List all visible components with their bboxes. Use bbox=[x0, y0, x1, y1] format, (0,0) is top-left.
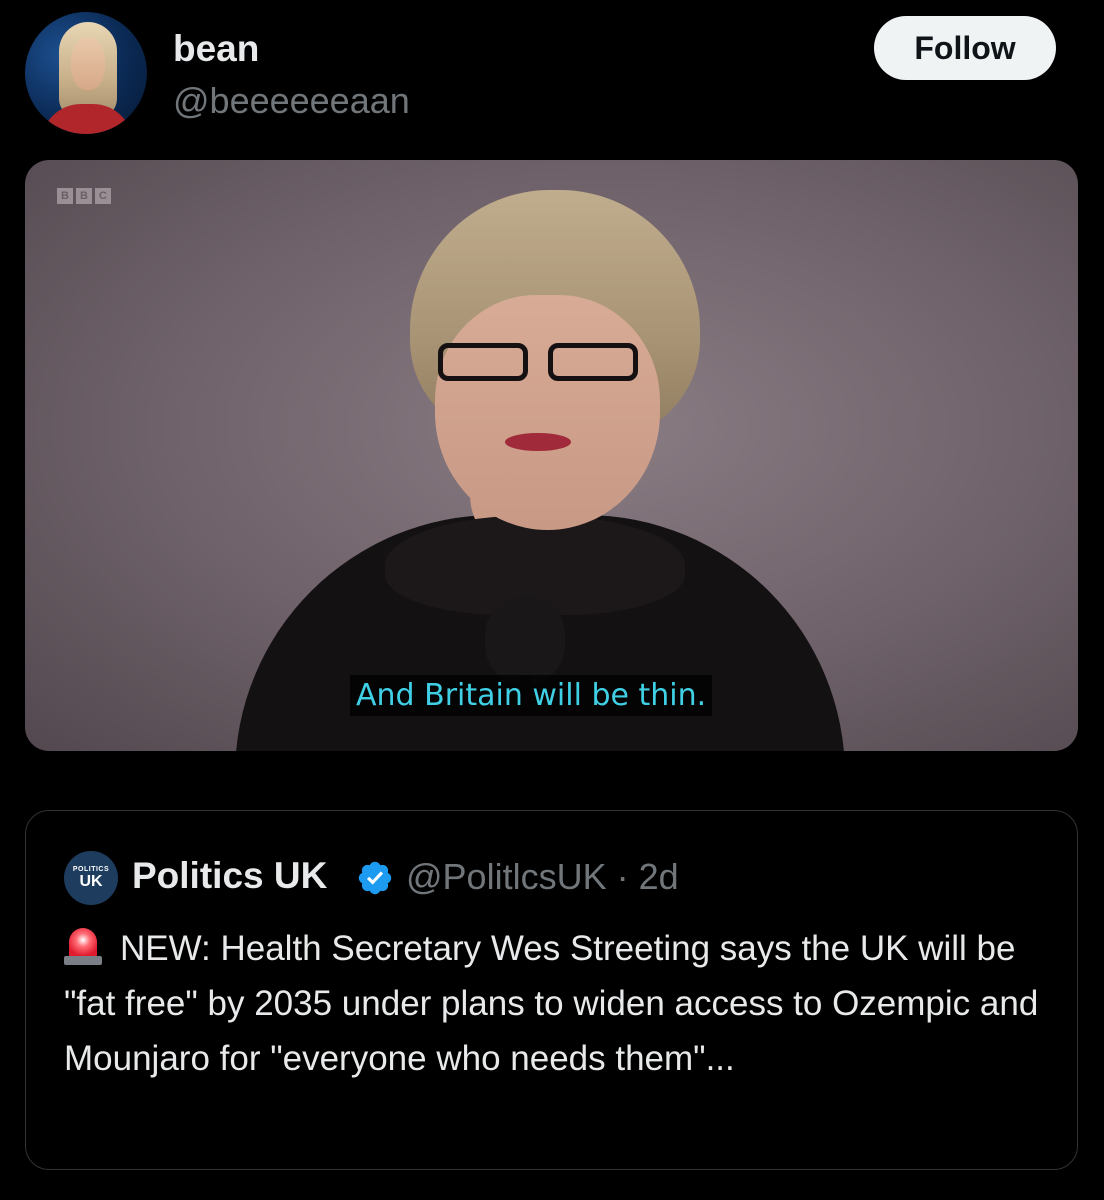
siren-dome bbox=[69, 928, 97, 958]
avatar-face bbox=[71, 38, 105, 90]
channel-logo-letter: B bbox=[57, 188, 73, 204]
channel-logo-letter: B bbox=[76, 188, 92, 204]
author-handle[interactable]: @beeeeeeaan bbox=[173, 80, 410, 122]
quoted-author-avatar[interactable]: POLITICS UK bbox=[64, 851, 118, 905]
verified-badge-icon bbox=[358, 861, 392, 895]
glasses-lens bbox=[438, 343, 528, 381]
quoted-post-text: NEW: Health Secretary Wes Streeting says… bbox=[64, 921, 1054, 1086]
quoted-handle-and-time[interactable]: @PolitlcsUK · 2d bbox=[406, 856, 679, 898]
speaker-glasses bbox=[438, 343, 643, 385]
glasses-lens bbox=[548, 343, 638, 381]
police-siren-icon bbox=[64, 926, 102, 966]
author-name[interactable]: bean bbox=[173, 28, 259, 70]
speaker-lips bbox=[505, 433, 571, 451]
author-avatar[interactable] bbox=[25, 12, 147, 134]
microphone-head bbox=[485, 595, 565, 685]
follow-button[interactable]: Follow bbox=[874, 16, 1056, 80]
quoted-avatar-big-text: UK bbox=[79, 873, 103, 890]
avatar-shirt bbox=[41, 104, 133, 134]
quoted-post-body: NEW: Health Secretary Wes Streeting says… bbox=[64, 929, 1039, 1078]
video-subtitle: And Britain will be thin. bbox=[350, 675, 713, 716]
quoted-author-name[interactable]: Politics UK bbox=[132, 855, 327, 897]
post-media-image[interactable]: B B C And Britain will be thin. bbox=[25, 160, 1078, 751]
speaker-face bbox=[435, 295, 660, 530]
quoted-post-card[interactable]: POLITICS UK Politics UK @PolitlcsUK · 2d… bbox=[25, 810, 1078, 1170]
channel-logo: B B C bbox=[57, 188, 111, 204]
microphone bbox=[485, 595, 565, 751]
siren-base bbox=[64, 956, 102, 965]
channel-logo-letter: C bbox=[95, 188, 111, 204]
speaker-figure bbox=[225, 185, 925, 751]
